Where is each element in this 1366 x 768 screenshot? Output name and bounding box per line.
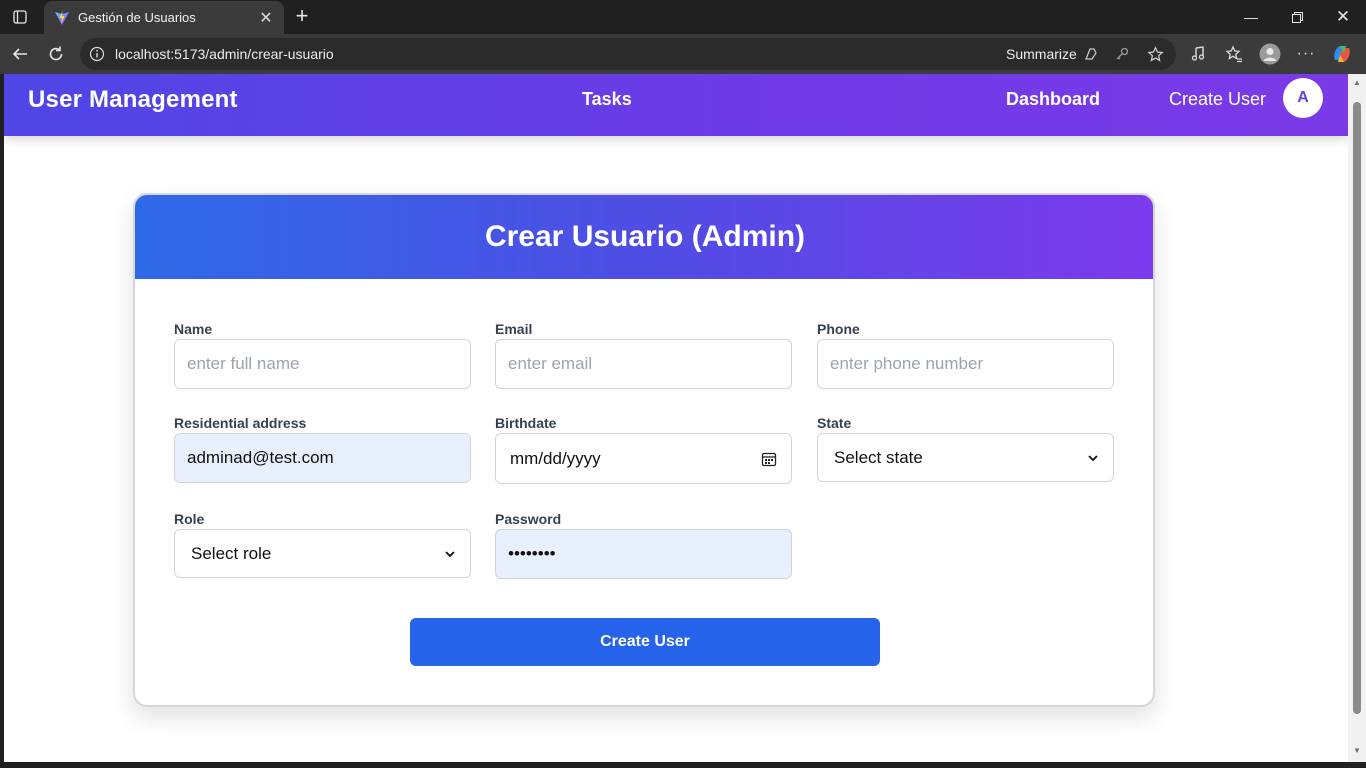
browser-tab-bar: Gestión de Usuarios ✕ + — ✕ <box>0 0 1366 34</box>
nav-link-dashboard[interactable]: Dashboard <box>1006 89 1100 110</box>
key-icon[interactable] <box>1113 45 1131 63</box>
role-label: Role <box>174 511 205 527</box>
nav-link-create-user[interactable]: Create User <box>1169 89 1266 110</box>
app-brand[interactable]: User Management <box>28 86 238 114</box>
scroll-up-icon[interactable]: ▲ <box>1353 78 1361 87</box>
state-select-value: Select state <box>834 447 923 467</box>
birthdate-value: mm/dd/yyyy <box>510 448 601 468</box>
calendar-icon[interactable] <box>761 451 777 467</box>
restore-icon[interactable] <box>1274 0 1320 34</box>
minimize-icon[interactable]: — <box>1228 0 1274 34</box>
state-label: State <box>817 415 852 431</box>
url-text[interactable]: localhost:5173/admin/crear-usuario <box>115 46 334 62</box>
profile-avatar-icon[interactable] <box>1259 43 1281 65</box>
favorite-star-icon[interactable] <box>1146 45 1164 63</box>
more-options-icon[interactable]: ··· <box>1295 43 1317 65</box>
address-input[interactable] <box>174 433 471 483</box>
create-user-button[interactable]: Create User <box>410 618 880 666</box>
page-scrollbar[interactable]: ▲ ▼ <box>1348 74 1366 762</box>
chevron-down-icon <box>445 550 455 557</box>
tab-actions-icon[interactable] <box>8 5 32 29</box>
summarize-button[interactable]: Summarize <box>1006 46 1077 62</box>
email-label: Email <box>495 321 533 337</box>
favorites-icon[interactable] <box>1223 43 1245 65</box>
scrollbar-thumb[interactable] <box>1353 102 1361 714</box>
browser-toolbar: localhost:5173/admin/crear-usuario Summa… <box>0 34 1366 74</box>
page-viewport: User Management Tasks Dashboard Create U… <box>4 74 1348 762</box>
tab-title: Gestión de Usuarios <box>78 10 196 25</box>
password-input[interactable] <box>495 529 792 579</box>
user-avatar[interactable]: A <box>1283 78 1323 118</box>
scroll-down-icon[interactable]: ▼ <box>1353 746 1361 755</box>
role-select[interactable]: Select role <box>174 529 471 578</box>
address-bar[interactable]: localhost:5173/admin/crear-usuario Summa… <box>80 38 1176 70</box>
refresh-icon[interactable] <box>44 42 68 66</box>
chevron-down-icon <box>1088 454 1098 461</box>
window-bottom-edge <box>0 762 1366 768</box>
form-title: Crear Usuario (Admin) <box>484 220 806 253</box>
phone-label: Phone <box>817 321 860 337</box>
state-select[interactable]: Select state <box>817 433 1114 482</box>
name-input[interactable] <box>174 339 471 389</box>
phone-input[interactable] <box>817 339 1114 389</box>
close-window-icon[interactable]: ✕ <box>1320 0 1366 34</box>
address-label: Residential address <box>174 415 307 431</box>
browser-tab[interactable]: Gestión de Usuarios ✕ <box>44 1 284 34</box>
back-icon[interactable] <box>8 42 32 66</box>
create-user-card: Crear Usuario (Admin) Name Email Phone R… <box>133 193 1155 707</box>
site-info-icon[interactable] <box>89 46 105 62</box>
birthdate-label: Birthdate <box>495 415 557 431</box>
email-input[interactable] <box>495 339 792 389</box>
vite-favicon-icon <box>55 10 69 25</box>
role-select-value: Select role <box>191 543 272 563</box>
tab-close-icon[interactable]: ✕ <box>256 8 276 28</box>
birthdate-input[interactable]: mm/dd/yyyy <box>495 433 792 484</box>
name-label: Name <box>174 321 213 337</box>
read-aloud-icon[interactable] <box>1188 43 1210 65</box>
new-tab-icon[interactable]: + <box>290 5 314 29</box>
card-header: Crear Usuario (Admin) <box>135 195 1153 279</box>
copilot-summarize-icon[interactable] <box>1082 45 1100 63</box>
app-navbar: User Management Tasks Dashboard Create U… <box>4 74 1348 136</box>
nav-link-tasks[interactable]: Tasks <box>582 89 632 110</box>
password-label: Password <box>495 511 562 527</box>
copilot-icon[interactable] <box>1331 43 1353 65</box>
